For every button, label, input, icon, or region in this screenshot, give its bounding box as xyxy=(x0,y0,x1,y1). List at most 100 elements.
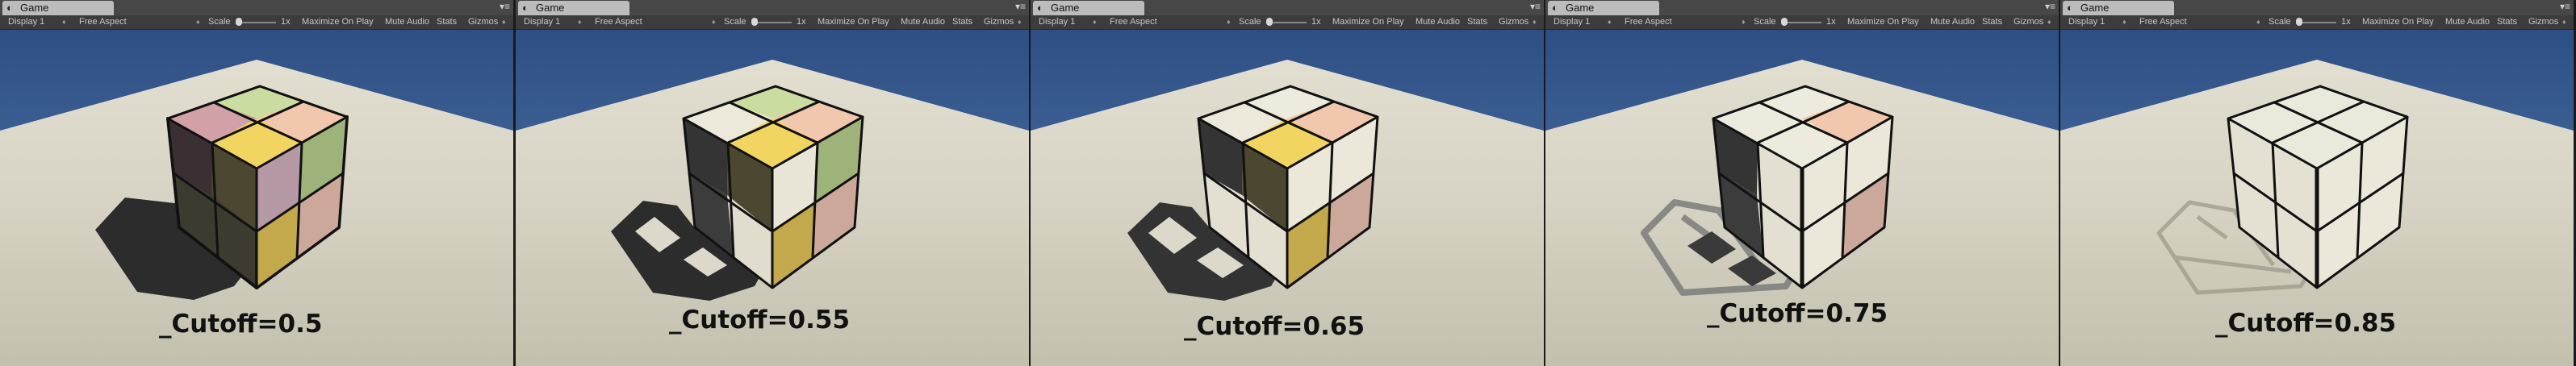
scale-slider-handle[interactable] xyxy=(751,18,758,26)
maximize-on-play-toggle[interactable]: Maximize On Play xyxy=(1332,17,1404,27)
game-render-view: _Cutoff=0.85 xyxy=(2060,30,2574,366)
mute-audio-toggle[interactable]: Mute Audio xyxy=(2445,17,2490,27)
game-view-panel: ◐ Game ▾≡ Display 1 ♦ Free Aspect ♦ Scal… xyxy=(0,0,513,366)
game-controller-icon: ◐ xyxy=(6,2,13,14)
scale-value: 1x xyxy=(1826,17,1836,27)
dropdown-arrow-icon: ♦ xyxy=(1093,18,1097,26)
game-controller-icon: ◐ xyxy=(1037,2,1043,14)
game-tab[interactable]: ◐ Game xyxy=(518,1,629,15)
game-toolbar: Display 1 ♦ Free Aspect ♦ Scale 1x Maxim… xyxy=(1545,15,2059,30)
display-dropdown[interactable]: Display 1 xyxy=(2068,17,2105,27)
dropdown-arrow-icon: ♦ xyxy=(1227,18,1231,26)
dropdown-arrow-icon: ♦ xyxy=(62,18,66,26)
dropdown-arrow-icon: ♦ xyxy=(2256,18,2260,26)
cutoff-label: _Cutoff=0.75 xyxy=(1707,299,1888,328)
stats-toggle[interactable]: Stats xyxy=(437,17,457,27)
scale-label: Scale xyxy=(1754,17,1776,27)
cutoff-label: _Cutoff=0.5 xyxy=(159,310,322,339)
game-view-panel: ◐ Game ▾≡ Display 1 ♦ Free Aspect ♦ Scal… xyxy=(516,0,1029,366)
gizmos-dropdown[interactable]: Gizmos xyxy=(984,17,1014,27)
game-tab[interactable]: ◐ Game xyxy=(2,1,114,15)
game-toolbar: Display 1 ♦ Free Aspect ♦ Scale 1x Maxim… xyxy=(2060,15,2574,30)
aspect-dropdown[interactable]: Free Aspect xyxy=(2139,17,2187,27)
display-dropdown[interactable]: Display 1 xyxy=(1554,17,1590,27)
game-toolbar: Display 1 ♦ Free Aspect ♦ Scale 1x Maxim… xyxy=(1031,15,1544,30)
window-menu-icon[interactable]: ▾≡ xyxy=(1530,1,1541,12)
tab-bar: ◐ Game ▾≡ xyxy=(516,0,1029,15)
scale-value: 1x xyxy=(797,17,806,27)
cutoff-label: _Cutoff=0.85 xyxy=(2215,309,2396,338)
scale-value: 1x xyxy=(1311,17,1321,27)
mute-audio-toggle[interactable]: Mute Audio xyxy=(1930,17,1975,27)
stats-toggle[interactable]: Stats xyxy=(2497,17,2517,27)
dropdown-arrow-icon: ♦ xyxy=(2122,18,2126,26)
mute-audio-toggle[interactable]: Mute Audio xyxy=(385,17,429,27)
aspect-dropdown[interactable]: Free Aspect xyxy=(1110,17,1157,27)
aspect-dropdown[interactable]: Free Aspect xyxy=(595,17,642,27)
game-toolbar: Display 1 ♦ Free Aspect ♦ Scale 1x Maxim… xyxy=(0,15,513,30)
stats-toggle[interactable]: Stats xyxy=(1982,17,2002,27)
cutoff-label: _Cutoff=0.55 xyxy=(669,306,850,335)
game-tab-label: Game xyxy=(1566,2,1595,14)
scale-slider-handle[interactable] xyxy=(1781,18,1788,26)
game-render-view: _Cutoff=0.5 xyxy=(0,30,513,366)
scale-slider-handle[interactable] xyxy=(2296,18,2302,26)
dropdown-arrow-icon: ♦ xyxy=(2047,18,2051,26)
game-render-view: _Cutoff=0.75 xyxy=(1545,30,2059,366)
gizmos-dropdown[interactable]: Gizmos xyxy=(2014,17,2043,27)
dropdown-arrow-icon: ♦ xyxy=(502,18,506,26)
game-tab-label: Game xyxy=(1051,2,1080,14)
aspect-dropdown[interactable]: Free Aspect xyxy=(79,17,127,27)
display-dropdown[interactable]: Display 1 xyxy=(1039,17,1075,27)
game-tab[interactable]: ◐ Game xyxy=(2063,1,2174,15)
cutoff-label: _Cutoff=0.65 xyxy=(1184,312,1365,341)
dropdown-arrow-icon: ♦ xyxy=(1608,18,1612,26)
gizmos-dropdown[interactable]: Gizmos xyxy=(2528,17,2558,27)
display-dropdown[interactable]: Display 1 xyxy=(8,17,44,27)
tab-bar: ◐ Game ▾≡ xyxy=(1545,0,2059,15)
scale-label: Scale xyxy=(208,17,231,27)
stats-toggle[interactable]: Stats xyxy=(952,17,972,27)
game-tab-label: Game xyxy=(2080,2,2110,14)
window-menu-icon[interactable]: ▾≡ xyxy=(2560,1,2570,12)
dropdown-arrow-icon: ♦ xyxy=(1018,18,1022,26)
dropdown-arrow-icon: ♦ xyxy=(2562,18,2566,26)
maximize-on-play-toggle[interactable]: Maximize On Play xyxy=(818,17,889,27)
game-controller-icon: ◐ xyxy=(1552,2,1558,14)
dropdown-arrow-icon: ♦ xyxy=(196,18,200,26)
tab-bar: ◐ Game ▾≡ xyxy=(0,0,513,15)
tab-bar: ◐ Game ▾≡ xyxy=(1031,0,1544,15)
mute-audio-toggle[interactable]: Mute Audio xyxy=(901,17,945,27)
scale-label: Scale xyxy=(2269,17,2291,27)
scale-slider-handle[interactable] xyxy=(236,18,242,26)
game-render-view: _Cutoff=0.65 xyxy=(1031,30,1544,366)
scale-value: 1x xyxy=(2341,17,2351,27)
aspect-dropdown[interactable]: Free Aspect xyxy=(1625,17,1672,27)
window-menu-icon[interactable]: ▾≡ xyxy=(1015,1,1026,12)
gizmos-dropdown[interactable]: Gizmos xyxy=(468,17,498,27)
game-view-panel: ◐ Game ▾≡ Display 1 ♦ Free Aspect ♦ Scal… xyxy=(2060,0,2574,366)
mute-audio-toggle[interactable]: Mute Audio xyxy=(1416,17,1460,27)
maximize-on-play-toggle[interactable]: Maximize On Play xyxy=(302,17,374,27)
display-dropdown[interactable]: Display 1 xyxy=(524,17,560,27)
maximize-on-play-toggle[interactable]: Maximize On Play xyxy=(2362,17,2434,27)
game-tab[interactable]: ◐ Game xyxy=(1548,1,1659,15)
dropdown-arrow-icon: ♦ xyxy=(1533,18,1537,26)
game-view-panel: ◐ Game ▾≡ Display 1 ♦ Free Aspect ♦ Scal… xyxy=(1031,0,1544,366)
scale-label: Scale xyxy=(1239,17,1261,27)
scale-slider-handle[interactable] xyxy=(1266,18,1273,26)
game-toolbar: Display 1 ♦ Free Aspect ♦ Scale 1x Maxim… xyxy=(516,15,1029,30)
game-tab-label: Game xyxy=(20,2,49,14)
game-controller-icon: ◐ xyxy=(522,2,529,14)
scale-value: 1x xyxy=(281,17,291,27)
game-tab[interactable]: ◐ Game xyxy=(1033,1,1144,15)
window-menu-icon[interactable]: ▾≡ xyxy=(2045,1,2055,12)
game-controller-icon: ◐ xyxy=(2067,2,2073,14)
dropdown-arrow-icon: ♦ xyxy=(578,18,582,26)
tab-bar: ◐ Game ▾≡ xyxy=(2060,0,2574,15)
stats-toggle[interactable]: Stats xyxy=(1467,17,1487,27)
window-menu-icon[interactable]: ▾≡ xyxy=(500,1,510,12)
maximize-on-play-toggle[interactable]: Maximize On Play xyxy=(1847,17,1919,27)
gizmos-dropdown[interactable]: Gizmos xyxy=(1499,17,1528,27)
dropdown-arrow-icon: ♦ xyxy=(1742,18,1746,26)
